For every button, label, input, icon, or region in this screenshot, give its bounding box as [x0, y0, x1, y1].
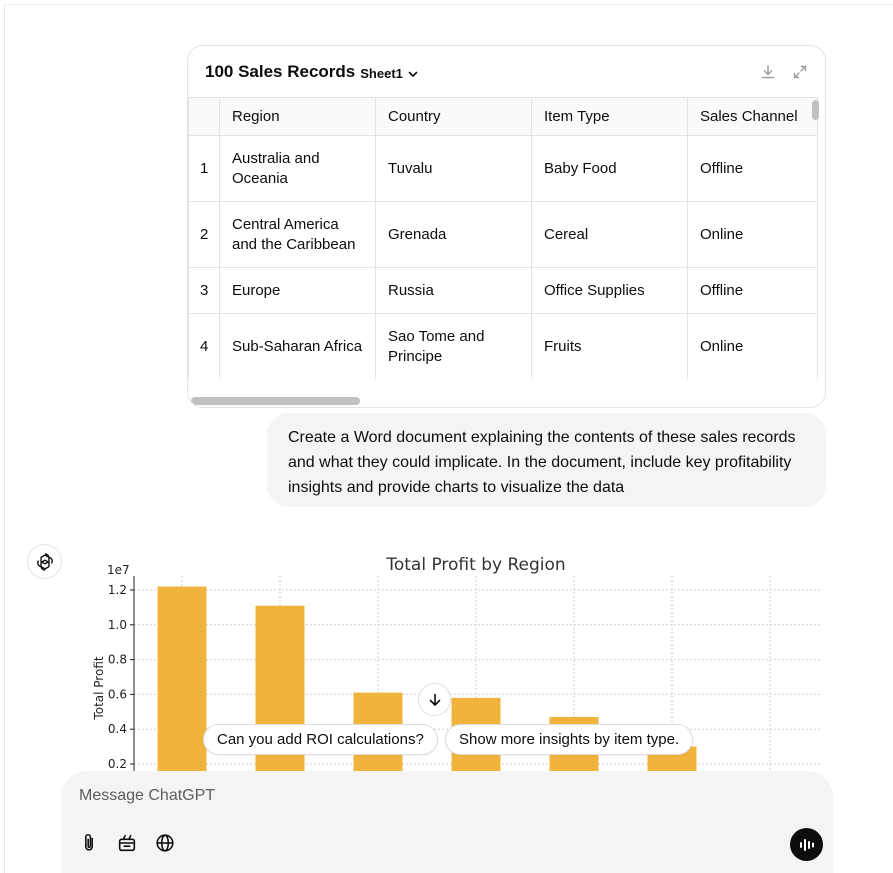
table-row: 3 Europe Russia Office Supplies Offline: [188, 267, 818, 314]
table-cell[interactable]: Russia: [375, 267, 532, 314]
table-cell[interactable]: Australia and Oceania: [219, 135, 376, 202]
table-cell[interactable]: Fruits: [531, 313, 688, 380]
y-tick-label: 0.6: [108, 687, 127, 701]
expand-icon[interactable]: [791, 63, 809, 81]
chevron-down-icon: [408, 71, 418, 77]
row-number: 1: [188, 135, 220, 202]
y-tick-label: 0.2: [108, 757, 127, 771]
column-header-item-type[interactable]: Item Type: [531, 97, 688, 136]
column-header-region[interactable]: Region: [219, 97, 376, 136]
table-cell[interactable]: Grenada: [375, 201, 532, 268]
table-cell[interactable]: Office Supplies: [531, 267, 688, 314]
table-row: 1 Australia and Oceania Tuvalu Baby Food…: [188, 135, 818, 202]
column-header-country[interactable]: Country: [375, 97, 532, 136]
row-number-header: [188, 97, 220, 136]
arrow-down-icon: [429, 693, 440, 706]
y-tick-label: 1.0: [108, 618, 127, 632]
voice-waveform-icon: [799, 838, 814, 851]
sheet-tab-label: Sheet1: [360, 66, 403, 81]
spreadsheet-header: 100 Sales Records Sheet1: [188, 46, 825, 98]
table-cell[interactable]: Sub-Saharan Africa: [219, 313, 376, 380]
chatgpt-logo-icon: [27, 544, 62, 579]
horizontal-scrollbar[interactable]: [191, 397, 360, 405]
spreadsheet-title: 100 Sales Records: [205, 62, 356, 81]
row-number: 3: [188, 267, 220, 314]
spreadsheet-table: Region Country Item Type Sales Channel 1…: [188, 97, 818, 407]
download-icon[interactable]: [759, 63, 777, 81]
message-input[interactable]: [79, 787, 779, 805]
message-composer: [61, 771, 833, 873]
tools-icon[interactable]: [116, 832, 138, 854]
voice-mode-button[interactable]: [790, 828, 823, 861]
chart-bar: [157, 586, 207, 778]
globe-search-icon[interactable]: [154, 832, 176, 854]
y-tick-label: 0.4: [108, 722, 127, 736]
row-number: 4: [188, 313, 220, 380]
table-cell[interactable]: Tuvalu: [375, 135, 532, 202]
user-message-text: Create a Word document explaining the co…: [288, 429, 796, 496]
table-cell[interactable]: Offline: [687, 135, 818, 202]
y-axis-offset-label: 1e7: [107, 563, 130, 577]
row-number: 2: [188, 201, 220, 268]
y-tick-label: 0.8: [108, 653, 127, 667]
sheet-tab-dropdown[interactable]: Sheet1: [360, 66, 419, 81]
chart-title: Total Profit by Region: [385, 555, 565, 575]
table-cell[interactable]: Cereal: [531, 201, 688, 268]
table-cell[interactable]: Online: [687, 313, 818, 380]
table-cell[interactable]: Central America and the Caribbean: [219, 201, 376, 268]
table-cell[interactable]: Europe: [219, 267, 376, 314]
vertical-scrollbar[interactable]: [812, 100, 819, 120]
spreadsheet-card: 100 Sales Records Sheet1 Region Country …: [187, 45, 826, 408]
table-cell[interactable]: Baby Food: [531, 135, 688, 202]
table-row: 4 Sub-Saharan Africa Sao Tome and Princi…: [188, 313, 818, 380]
suggestion-chip-roi[interactable]: Can you add ROI calculations?: [203, 724, 438, 755]
scroll-to-bottom-button[interactable]: [418, 683, 451, 716]
table-cell[interactable]: Sao Tome and Principe: [375, 313, 532, 380]
user-message-bubble: Create a Word document explaining the co…: [267, 413, 826, 507]
table-cell[interactable]: Online: [687, 201, 818, 268]
suggestion-chip-item-type[interactable]: Show more insights by item type.: [445, 724, 694, 755]
y-tick-label: 1.2: [108, 583, 127, 597]
column-header-sales-channel[interactable]: Sales Channel: [687, 97, 818, 136]
attach-file-icon[interactable]: [78, 832, 100, 854]
y-axis-label: Total Profit: [92, 656, 106, 720]
table-header-row: Region Country Item Type Sales Channel: [188, 97, 818, 136]
table-row: 2 Central America and the Caribbean Gren…: [188, 201, 818, 268]
table-cell[interactable]: Offline: [687, 267, 818, 314]
